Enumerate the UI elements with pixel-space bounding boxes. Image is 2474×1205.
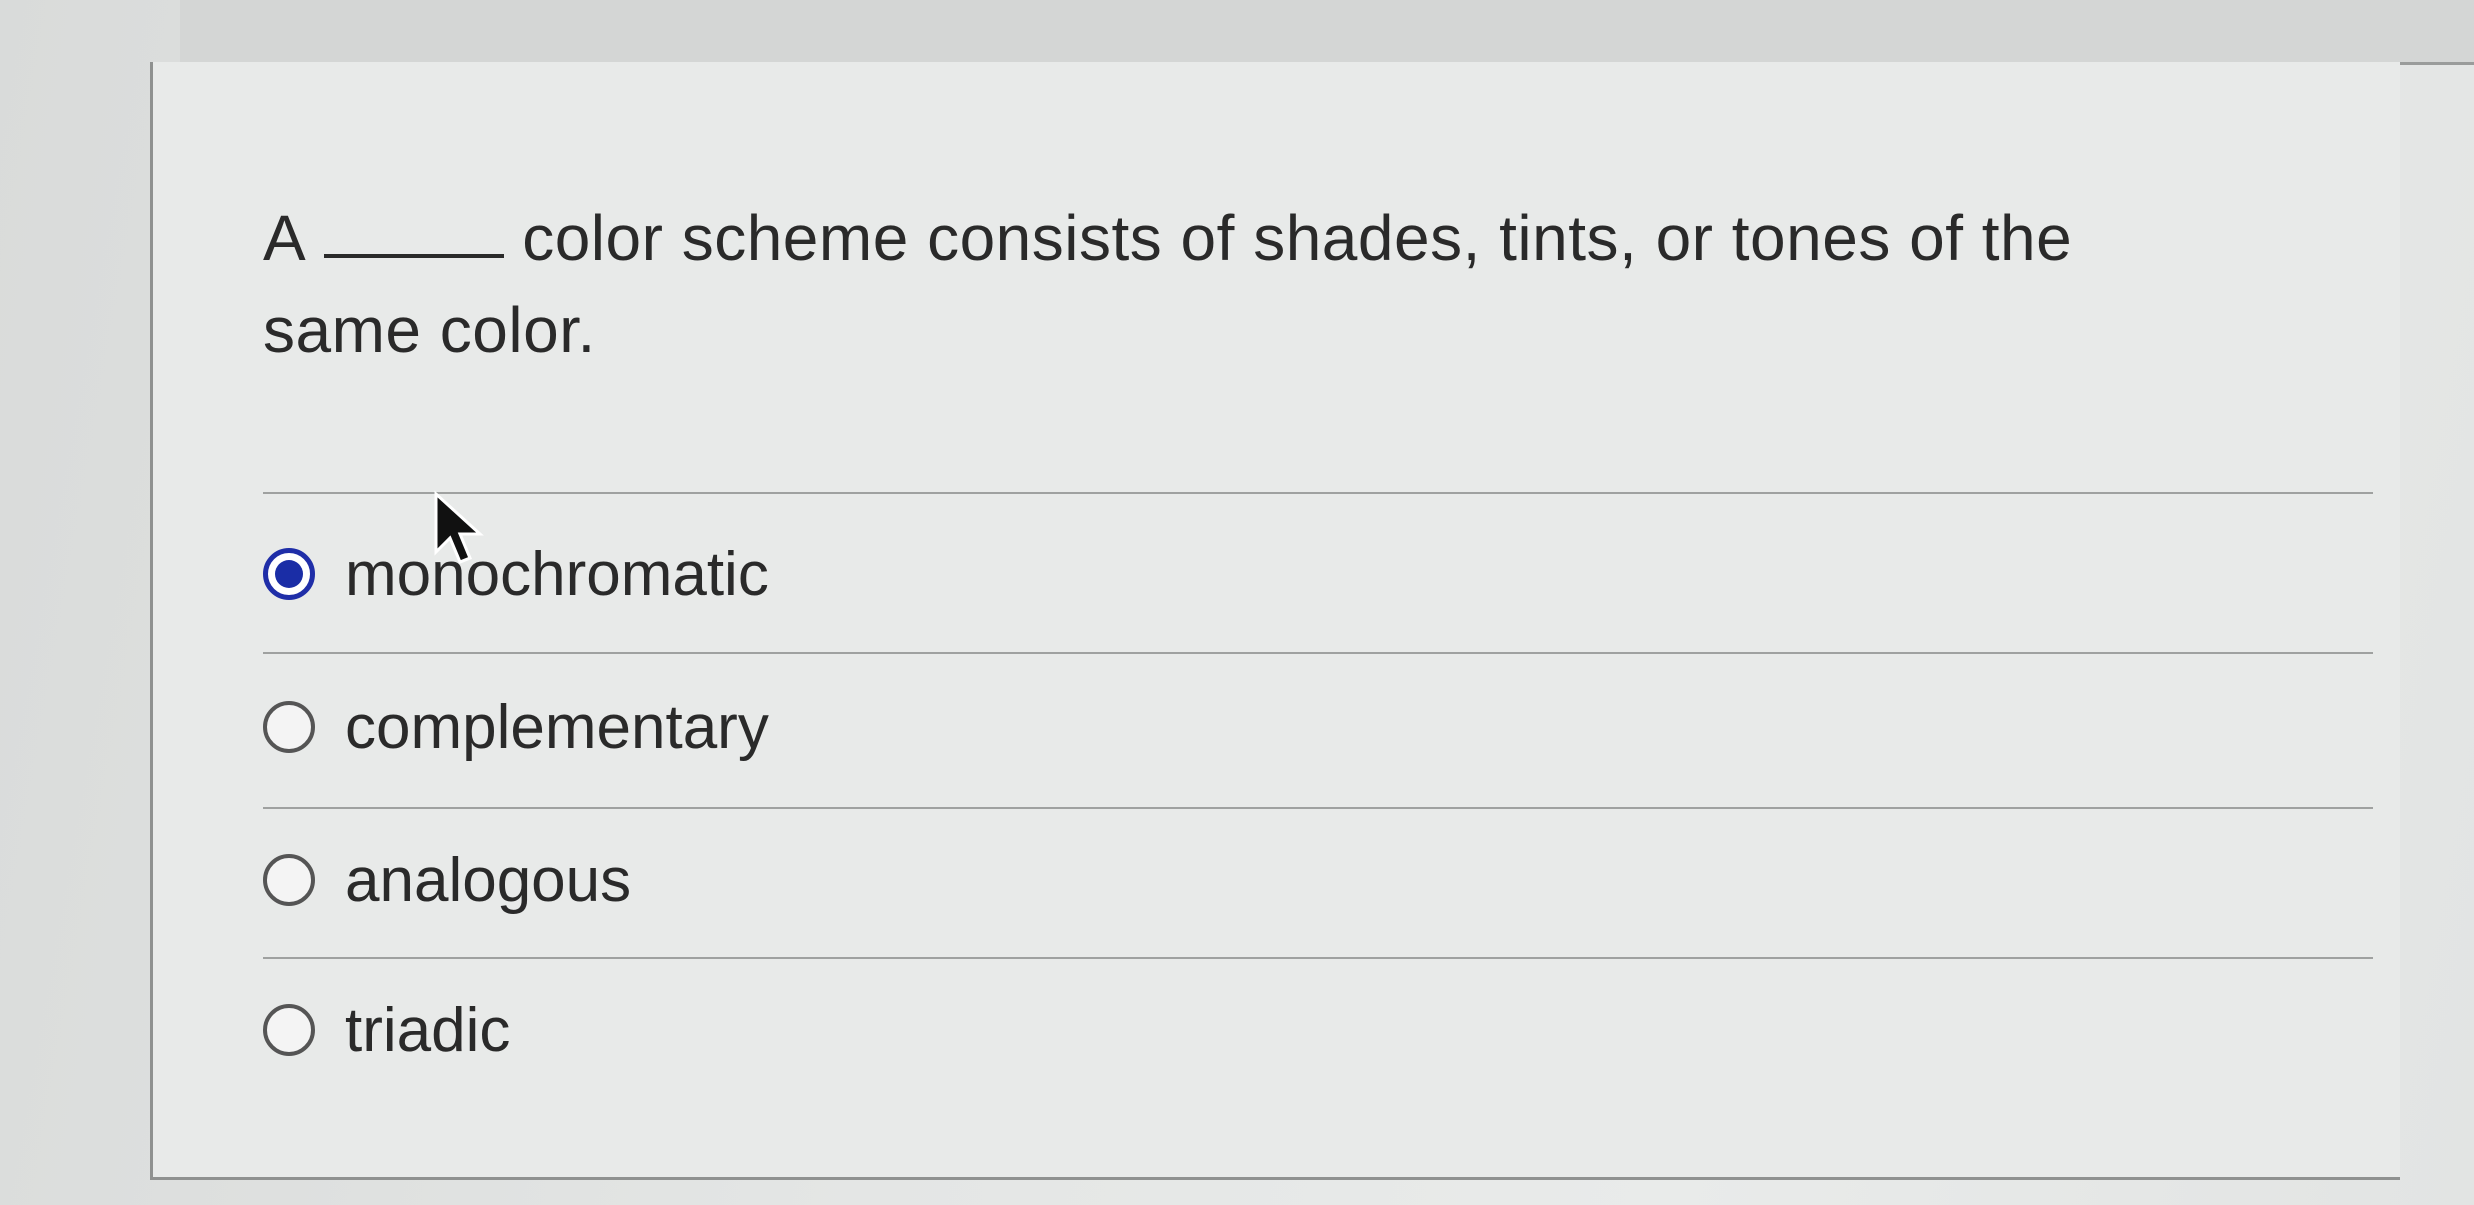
question-prefix: A [263, 202, 307, 274]
top-strip [180, 0, 2474, 65]
option-analogous[interactable]: analogous [263, 820, 631, 940]
option-complementary[interactable]: complementary [263, 667, 769, 787]
question-suffix-line1: color scheme consists of shades, tints, … [522, 202, 2073, 274]
answer-blank [324, 254, 505, 259]
radio-button[interactable] [263, 854, 315, 906]
question-card: Acolor scheme consists of shades, tints,… [150, 62, 2400, 1180]
divider [263, 652, 2373, 654]
option-label: monochromatic [345, 539, 769, 609]
divider [263, 807, 2373, 809]
divider [263, 492, 2373, 494]
divider [263, 957, 2373, 959]
option-monochromatic[interactable]: monochromatic [263, 514, 769, 634]
page: Acolor scheme consists of shades, tints,… [0, 0, 2474, 1205]
question-text: Acolor scheme consists of shades, tints,… [263, 192, 2263, 376]
option-label: analogous [345, 845, 632, 915]
option-label: triadic [345, 995, 511, 1065]
radio-button-checked[interactable] [263, 548, 315, 600]
option-label: complementary [345, 692, 769, 762]
radio-button[interactable] [263, 701, 315, 753]
radio-button[interactable] [263, 1004, 315, 1056]
option-triadic[interactable]: triadic [263, 970, 510, 1090]
mouse-pointer-icon [434, 490, 484, 564]
question-suffix-line2: same color. [263, 294, 596, 366]
radio-dot-icon [275, 560, 303, 588]
